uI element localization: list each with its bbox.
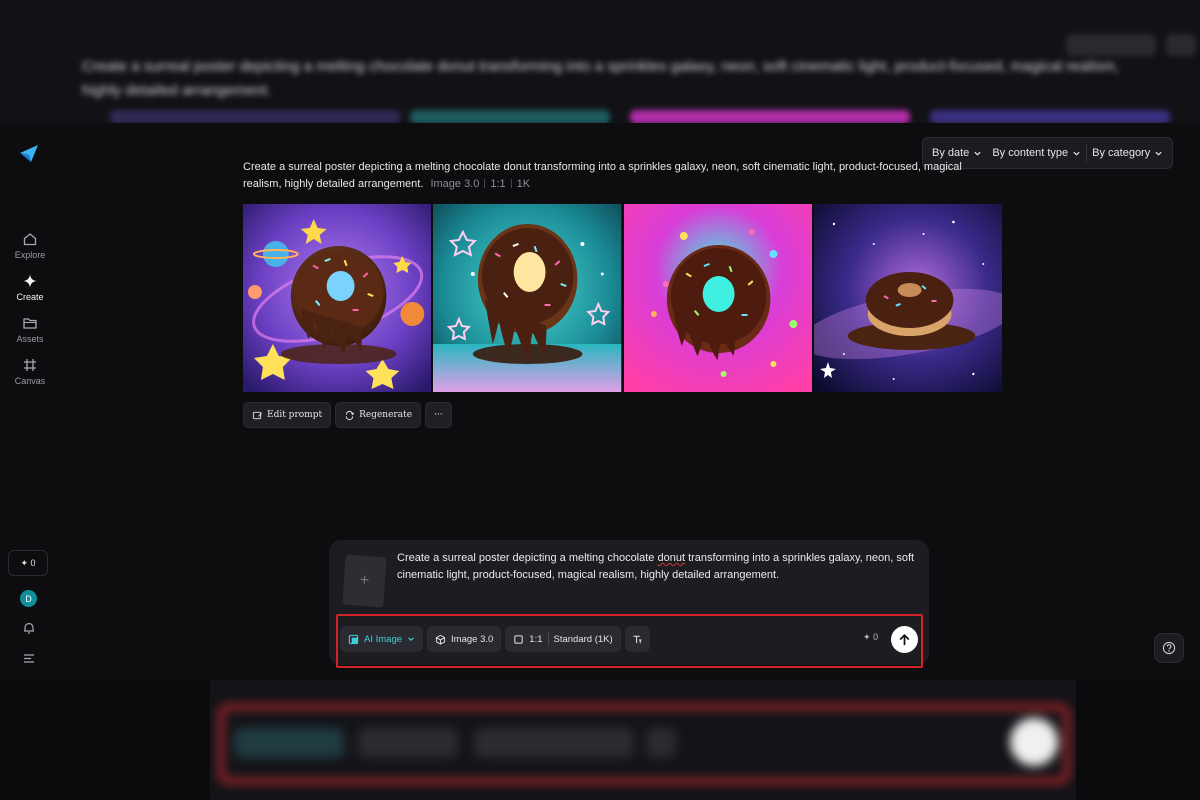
model-label: Image 3.0 — [451, 633, 494, 645]
spark-icon: ✦ — [20, 557, 28, 568]
more-icon: ··· — [434, 410, 443, 420]
generation-meta: Image 3.0 1:1 1K — [430, 178, 530, 190]
more-options-button[interactable]: ··· — [425, 402, 452, 428]
generated-image-2[interactable] — [433, 204, 622, 392]
composer-toolbar: AI Image Image 3.0 1:1 Standard (1K) — [340, 624, 920, 654]
background-prompt: Create a surreal poster depicting a melt… — [82, 58, 1119, 75]
edit-prompt-button[interactable]: Edit prompt — [243, 402, 332, 428]
quality-label: Standard (1K) — [553, 633, 613, 645]
sidebar-item-assets[interactable]: Assets — [0, 315, 60, 344]
text-style-button[interactable] — [624, 626, 650, 652]
generated-image-3[interactable] — [623, 204, 812, 392]
generation-actions: Edit prompt Regenerate ··· — [243, 402, 452, 428]
menu-icon[interactable] — [22, 651, 36, 665]
refresh-icon — [345, 410, 355, 420]
model-label: Image 3.0 — [430, 178, 480, 190]
sidebar-item-label: Create — [16, 292, 44, 302]
mode-selector[interactable]: AI Image — [340, 626, 424, 652]
generated-image-4[interactable] — [813, 204, 1002, 392]
credits-badge[interactable]: ✦ 0 — [8, 550, 48, 576]
bell-icon[interactable] — [22, 621, 36, 635]
size-selector[interactable]: 1:1 Standard (1K) — [505, 626, 621, 652]
cost-value: 0 — [873, 632, 879, 642]
text-format-icon — [633, 635, 642, 643]
ratio-label: 1:1 — [490, 178, 506, 190]
background-blur-top: Create a surreal poster depicting a melt… — [0, 0, 1200, 123]
sidebar-item-canvas[interactable]: Canvas — [0, 357, 60, 386]
credit-cost: ✦ 0 — [863, 632, 878, 643]
sidebar-item-label: Assets — [16, 334, 44, 344]
button-label: Edit prompt — [267, 410, 323, 420]
spellcheck-word: donut — [657, 552, 686, 564]
sidebar-item-label: Explore — [14, 250, 46, 260]
chevron-down-icon — [974, 151, 981, 156]
upload-reference-button[interactable]: + — [342, 554, 387, 608]
help-button[interactable] — [1154, 633, 1184, 663]
logo-icon[interactable] — [18, 142, 40, 164]
prompt-composer: + Create a surreal poster depicting a me… — [329, 540, 929, 668]
button-label: Regenerate — [359, 410, 413, 420]
arrow-up-icon — [899, 634, 910, 646]
send-button[interactable] — [891, 626, 918, 653]
avatar[interactable]: D — [20, 590, 37, 607]
home-icon — [23, 233, 37, 246]
background-prompt-cont: highly detailed arrangement. — [82, 82, 272, 99]
background-blur-bottom — [210, 680, 1076, 800]
filter-label: By category — [1092, 147, 1151, 159]
prompt-input[interactable]: Create a surreal poster depicting a melt… — [397, 550, 917, 584]
sidebar-item-explore[interactable]: Explore — [0, 231, 60, 260]
help-icon — [1162, 641, 1176, 655]
credits-count: 0 — [30, 558, 36, 568]
chevron-down-icon — [1073, 151, 1080, 156]
canvas-icon — [24, 359, 36, 371]
folder-icon — [23, 318, 37, 329]
app-window: Explore Create Assets Canvas ✦ 0 D By da… — [0, 123, 1200, 680]
chevron-down-icon — [408, 637, 414, 641]
ratio-label: 1:1 — [529, 633, 543, 645]
plus-icon: + — [359, 571, 370, 590]
sparkle-icon — [23, 274, 37, 288]
filter-by-category[interactable]: By category — [1087, 138, 1168, 168]
prompt-text: Create a surreal poster depicting a melt… — [243, 161, 962, 190]
model-selector[interactable]: Image 3.0 — [427, 626, 502, 652]
generated-image-1[interactable] — [243, 204, 432, 392]
image-mode-icon — [348, 634, 359, 644]
resolution-label: 1K — [516, 178, 531, 190]
image-gallery — [243, 204, 1002, 392]
sidebar: Explore Create Assets Canvas ✦ 0 D — [0, 123, 60, 680]
chevron-down-icon — [1155, 151, 1162, 156]
prompt-text: Create a surreal poster depicting a melt… — [397, 552, 658, 564]
mode-label: AI Image — [364, 633, 403, 645]
chip-divider — [547, 633, 549, 645]
filter-label: By content type — [992, 147, 1069, 159]
sidebar-item-create[interactable]: Create — [0, 273, 60, 302]
regenerate-button[interactable]: Regenerate — [335, 402, 422, 428]
edit-icon — [252, 411, 262, 419]
filter-label: By date — [932, 147, 970, 159]
square-icon — [514, 634, 523, 644]
spark-icon: ✦ — [863, 632, 871, 642]
cube-icon — [435, 634, 446, 645]
generation-prompt: Create a surreal poster depicting a melt… — [243, 159, 1003, 193]
sidebar-item-label: Canvas — [14, 376, 46, 386]
